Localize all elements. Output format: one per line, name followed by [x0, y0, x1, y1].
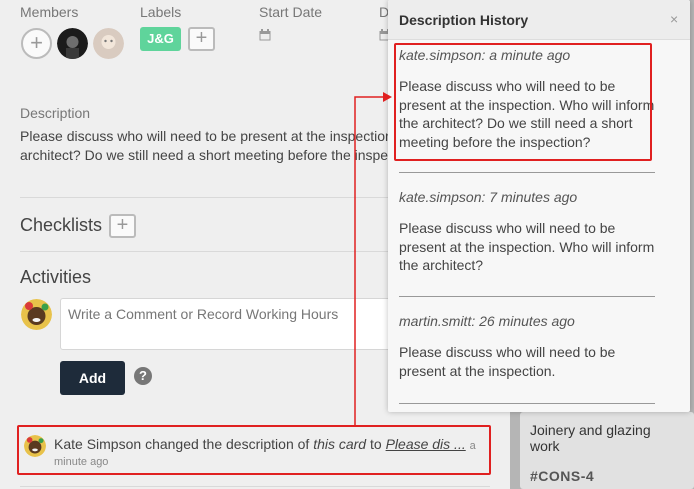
- activity-object: this card: [313, 436, 367, 452]
- members-label: Members: [20, 4, 79, 20]
- member-avatar[interactable]: [93, 28, 124, 59]
- plus-icon: +: [116, 214, 129, 236]
- activities-title: Activities: [20, 267, 92, 287]
- history-separator: [399, 172, 655, 173]
- plus-icon: +: [195, 27, 208, 49]
- description-label: Description: [20, 105, 91, 121]
- activity-description-link[interactable]: Please dis ...: [386, 436, 466, 452]
- plus-icon: +: [30, 30, 43, 55]
- board-card[interactable]: Joinery and glazing work #CONS-4: [520, 412, 694, 489]
- activity-entry-text: Kate Simpson changed the description of …: [54, 435, 494, 456]
- history-item-text: Please discuss who will need to be prese…: [399, 220, 655, 273]
- history-separator: [399, 296, 655, 297]
- comment-input[interactable]: Write a Comment or Record Working Hours: [60, 298, 400, 350]
- member-avatar[interactable]: [57, 28, 88, 59]
- activity-timestamp: minute ago: [54, 456, 109, 468]
- popover-header: Description History ×: [388, 0, 690, 40]
- activity-action: changed the description of: [145, 436, 310, 452]
- label-chip[interactable]: J&G: [140, 27, 181, 51]
- activity-actor: Kate Simpson: [54, 436, 142, 452]
- history-item-text: Please discuss who will need to be prese…: [399, 344, 616, 379]
- history-separator: [399, 403, 655, 404]
- help-icon[interactable]: ?: [134, 367, 152, 385]
- history-item: martin.smitt: 26 minutes ago Please disc…: [399, 313, 659, 380]
- activity-time-a: a: [469, 440, 476, 452]
- add-member-button[interactable]: +: [21, 28, 52, 59]
- divider: [20, 486, 490, 487]
- labels-label: Labels: [140, 4, 182, 20]
- add-comment-button[interactable]: Add: [60, 361, 125, 395]
- popover-title: Description History: [399, 12, 529, 28]
- calendar-icon[interactable]: [259, 29, 271, 41]
- activity-to: to: [370, 436, 382, 452]
- checklists-title: Checklists: [20, 215, 103, 235]
- start-date-label: Start Date: [259, 4, 323, 20]
- history-highlight: [394, 43, 652, 161]
- history-item-meta: kate.simpson: 7 minutes ago: [399, 189, 578, 205]
- close-icon[interactable]: ×: [670, 11, 678, 27]
- activity-avatar: [24, 435, 46, 457]
- history-item-meta: martin.smitt: 26 minutes ago: [399, 313, 575, 329]
- history-item: kate.simpson: 7 minutes ago Please discu…: [399, 189, 659, 275]
- add-checklist-button[interactable]: +: [109, 214, 136, 238]
- board-card-code: #CONS-4: [530, 468, 595, 484]
- current-user-avatar: [21, 299, 52, 330]
- board-card-title: Joinery and glazing work: [530, 422, 651, 454]
- add-label-button[interactable]: +: [188, 27, 215, 51]
